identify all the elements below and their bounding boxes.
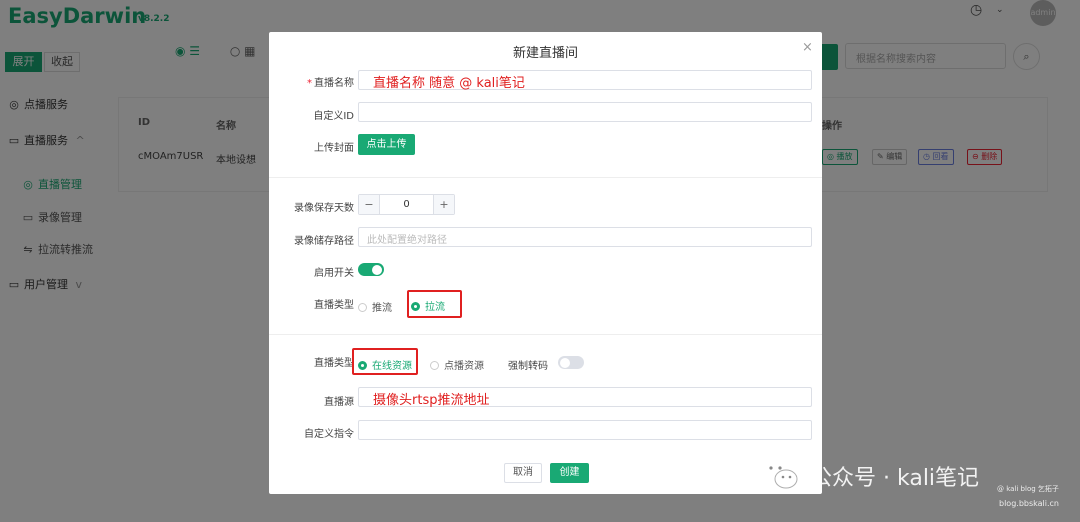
custom-id-label: 自定义ID bbox=[313, 111, 354, 122]
highlight-box-online bbox=[352, 348, 418, 375]
name-input[interactable]: 直播名称 随意 @ kali笔记 bbox=[358, 70, 812, 91]
name-label: * 直播名称 bbox=[307, 78, 354, 89]
dialog-title: 新建直播间 bbox=[512, 46, 578, 61]
watermark-small-text: @ kali blog 乞拓子 bbox=[997, 485, 1059, 493]
source-label: 直播源 bbox=[324, 397, 354, 408]
radio-dot bbox=[358, 303, 367, 312]
highlight-box-pull bbox=[407, 290, 462, 318]
section-divider bbox=[269, 177, 822, 178]
retention-label: 录像保存天数 bbox=[294, 203, 354, 214]
wechat-logo-icon bbox=[762, 460, 798, 489]
force-transcode-label: 强制转码 bbox=[508, 361, 548, 372]
create-button[interactable]: 创建 bbox=[550, 463, 589, 483]
live-type-label: 直播类型 bbox=[314, 300, 354, 311]
force-transcode-switch[interactable] bbox=[558, 356, 584, 369]
custom-cmd-label: 自定义指令 bbox=[304, 429, 354, 440]
stepper-plus-button[interactable]: + bbox=[433, 195, 454, 214]
close-icon[interactable]: × bbox=[802, 40, 813, 55]
switch-knob bbox=[372, 264, 382, 275]
enable-switch[interactable] bbox=[358, 263, 384, 276]
source-type-label: 直播类型 bbox=[314, 358, 354, 369]
storage-path-input[interactable]: 此处配置绝对路径 bbox=[358, 227, 812, 247]
custom-id-input[interactable] bbox=[358, 102, 812, 122]
custom-cmd-input[interactable] bbox=[358, 420, 812, 440]
stepper-value[interactable]: 0 bbox=[380, 195, 433, 214]
switch-knob bbox=[560, 357, 570, 368]
storage-path-label: 录像储存路径 bbox=[294, 236, 354, 247]
section-divider bbox=[269, 334, 822, 335]
watermark-text: 公众号 · kali笔记 bbox=[810, 466, 980, 491]
cover-label: 上传封面 bbox=[314, 143, 354, 154]
radio-push[interactable]: 推流 bbox=[358, 299, 392, 314]
radio-dot bbox=[430, 361, 439, 370]
retention-stepper[interactable]: − 0 + bbox=[358, 194, 455, 215]
enable-label: 启用开关 bbox=[314, 268, 354, 279]
upload-button[interactable]: 点击上传 bbox=[358, 134, 415, 155]
create-live-dialog: 新建直播间 × * 直播名称 直播名称 随意 @ kali笔记 自定义ID 上传封… bbox=[269, 32, 822, 494]
source-input[interactable]: 摄像头rtsp推流地址 bbox=[358, 387, 812, 408]
stepper-minus-button[interactable]: − bbox=[359, 195, 380, 214]
cancel-button[interactable]: 取消 bbox=[504, 463, 542, 483]
watermark-url: blog.bbskali.cn bbox=[999, 499, 1059, 508]
